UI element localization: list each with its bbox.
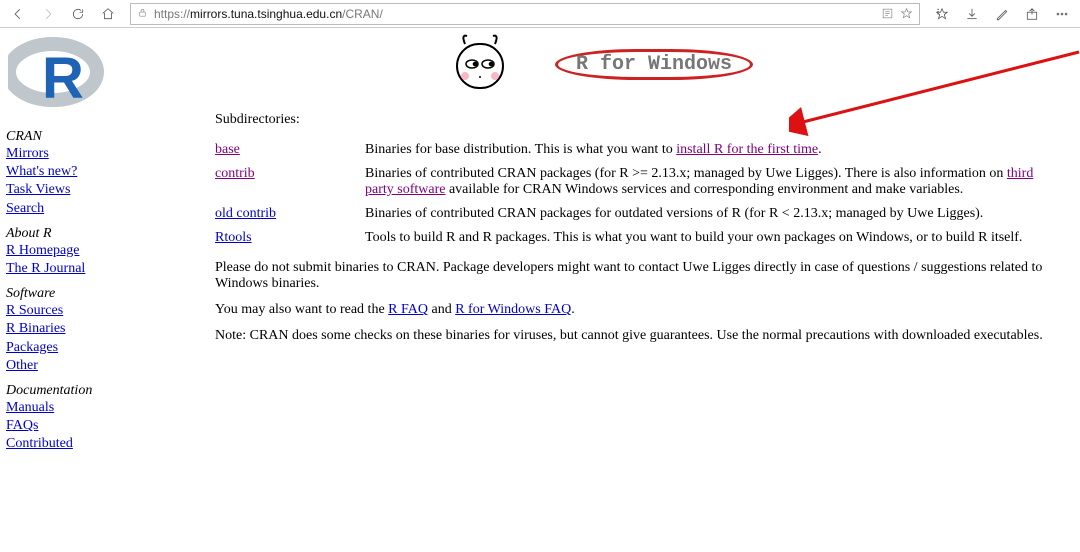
install-first-time-link[interactable]: install R for the first time bbox=[676, 142, 818, 157]
paragraph-virus-note: Note: CRAN does some checks on these bin… bbox=[215, 328, 1072, 344]
more-button[interactable] bbox=[1048, 2, 1076, 26]
nav-group-software: Software R Sources R Binaries Packages O… bbox=[6, 286, 215, 375]
table-row: base Binaries for base distribution. Thi… bbox=[215, 138, 1072, 162]
nav-search[interactable]: Search bbox=[6, 200, 44, 218]
nav-r-binaries[interactable]: R Binaries bbox=[6, 320, 66, 338]
subdir-rtools-link[interactable]: Rtools bbox=[215, 230, 252, 245]
page-title: R for Windows bbox=[555, 49, 753, 80]
nav-other[interactable]: Other bbox=[6, 357, 38, 375]
svg-text:R: R bbox=[42, 46, 84, 110]
url-text: https://mirrors.tuna.tsinghua.edu.cn/CRA… bbox=[154, 7, 875, 21]
subdir-base-desc: Binaries for base distribution. This is … bbox=[365, 138, 1072, 162]
nav-group-cran: CRAN Mirrors What's new? Task Views Sear… bbox=[6, 129, 215, 218]
nav-r-sources[interactable]: R Sources bbox=[6, 302, 63, 320]
home-button[interactable] bbox=[94, 2, 122, 26]
address-bar[interactable]: https://mirrors.tuna.tsinghua.edu.cn/CRA… bbox=[130, 3, 920, 25]
table-row: Rtools Tools to build R and R packages. … bbox=[215, 226, 1072, 250]
paragraph-no-submit: Please do not submit binaries to CRAN. P… bbox=[215, 260, 1072, 292]
nav-heading-about: About R bbox=[6, 226, 215, 242]
subdir-rtools-desc: Tools to build R and R packages. This is… bbox=[365, 226, 1072, 250]
notes-button[interactable] bbox=[988, 2, 1016, 26]
subdir-old-contrib-desc: Binaries of contributed CRAN packages fo… bbox=[365, 202, 1072, 226]
nav-heading-cran: CRAN bbox=[6, 129, 215, 145]
nav-whats-new[interactable]: What's new? bbox=[6, 163, 77, 181]
nav-mirrors[interactable]: Mirrors bbox=[6, 145, 49, 163]
table-row: contrib Binaries of contributed CRAN pac… bbox=[215, 162, 1072, 202]
lock-icon bbox=[137, 7, 148, 21]
nav-group-documentation: Documentation Manuals FAQs Contributed bbox=[6, 383, 215, 454]
share-button[interactable] bbox=[1018, 2, 1046, 26]
nav-group-about: About R R Homepage The R Journal bbox=[6, 226, 215, 278]
doodle-face-icon bbox=[445, 34, 515, 94]
paragraph-faq: You may also want to read the R FAQ and … bbox=[215, 302, 1072, 318]
nav-r-homepage[interactable]: R Homepage bbox=[6, 242, 79, 260]
nav-heading-documentation: Documentation bbox=[6, 383, 215, 399]
browser-toolbar: https://mirrors.tuna.tsinghua.edu.cn/CRA… bbox=[0, 0, 1080, 28]
subdir-contrib-link[interactable]: contrib bbox=[215, 166, 255, 181]
sidebar: R CRAN Mirrors What's new? Task Views Se… bbox=[0, 28, 215, 453]
r-faq-link[interactable]: R FAQ bbox=[388, 302, 428, 317]
refresh-button[interactable] bbox=[64, 2, 92, 26]
r-logo: R bbox=[6, 34, 215, 121]
nav-manuals[interactable]: Manuals bbox=[6, 399, 54, 417]
subdirs-heading: Subdirectories: bbox=[215, 112, 1072, 128]
forward-button[interactable] bbox=[34, 2, 62, 26]
nav-task-views[interactable]: Task Views bbox=[6, 181, 70, 199]
nav-r-journal[interactable]: The R Journal bbox=[6, 260, 85, 278]
nav-contributed[interactable]: Contributed bbox=[6, 435, 73, 453]
r-windows-faq-link[interactable]: R for Windows FAQ bbox=[455, 302, 571, 317]
subdir-old-contrib-link[interactable]: old contrib bbox=[215, 206, 276, 221]
subdirs-table: base Binaries for base distribution. Thi… bbox=[215, 138, 1072, 250]
table-row: old contrib Binaries of contributed CRAN… bbox=[215, 202, 1072, 226]
downloads-button[interactable] bbox=[958, 2, 986, 26]
nav-faqs[interactable]: FAQs bbox=[6, 417, 38, 435]
subdir-base-link[interactable]: base bbox=[215, 142, 240, 157]
star-icon[interactable] bbox=[900, 7, 913, 20]
nav-heading-software: Software bbox=[6, 286, 215, 302]
subdir-contrib-desc: Binaries of contributed CRAN packages (f… bbox=[365, 162, 1072, 202]
back-button[interactable] bbox=[4, 2, 32, 26]
nav-packages[interactable]: Packages bbox=[6, 339, 58, 357]
main-content: R for Windows Subdirectories: base Binar… bbox=[215, 28, 1080, 453]
favorites-button[interactable] bbox=[928, 2, 956, 26]
reader-icon[interactable] bbox=[881, 7, 894, 20]
